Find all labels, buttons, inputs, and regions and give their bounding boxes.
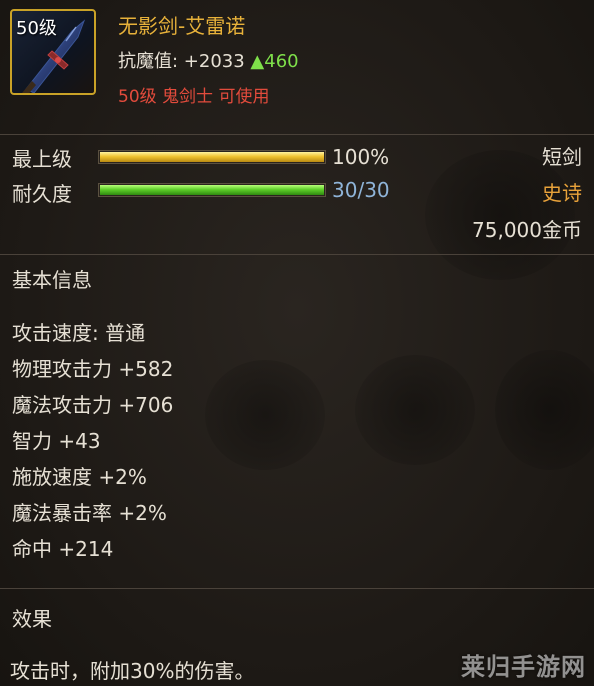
effect-title: 效果 — [12, 607, 52, 631]
stat-hit-rate: 命中 +214 — [12, 537, 114, 561]
stat-magic-attack: 魔法攻击力 +706 — [12, 393, 174, 417]
background-emblem — [495, 350, 594, 470]
item-type: 短剑 — [542, 145, 582, 169]
basic-info-title: 基本信息 — [12, 268, 92, 292]
item-rarity: 史诗 — [542, 181, 582, 205]
item-requirement: 50级 鬼剑士 可使用 — [118, 87, 270, 107]
grade-value: 100% — [332, 145, 390, 169]
effect-text: 攻击时，附加30%的伤害。 — [10, 659, 255, 683]
stat-intelligence: 智力 +43 — [12, 429, 101, 453]
resist-bonus: ▲460 — [250, 51, 299, 72]
background-emblem — [205, 360, 325, 470]
grade-bar-fill — [100, 152, 324, 162]
durability-bar-fill — [100, 185, 324, 195]
watermark-text: 莱归手游网 — [461, 653, 586, 681]
grade-bar — [98, 150, 326, 164]
divider — [0, 588, 594, 589]
background-emblem — [355, 355, 475, 465]
resist-label: 抗魔值: +2033 — [118, 51, 245, 72]
stat-physical-attack: 物理攻击力 +582 — [12, 357, 174, 381]
divider — [0, 134, 594, 135]
item-tooltip-panel: 50级 无影剑-艾雷诺 抗魔值: +2033 ▲460 50级 鬼剑士 可使用 … — [0, 0, 594, 686]
stat-attack-speed: 攻击速度: 普通 — [12, 321, 146, 345]
durability-value: 30/30 — [332, 178, 390, 202]
grade-label: 最上级 — [12, 147, 72, 171]
durability-bar — [98, 183, 326, 197]
item-level-badge: 50级 — [16, 18, 57, 39]
item-price: 75,000金币 — [472, 218, 582, 242]
item-icon-frame[interactable]: 50级 — [10, 9, 96, 95]
durability-label: 耐久度 — [12, 182, 72, 206]
divider — [0, 254, 594, 255]
stat-list: 攻击速度: 普通 物理攻击力 +582 魔法攻击力 +706 智力 +43 施放… — [12, 315, 173, 567]
stat-magic-crit: 魔法暴击率 +2% — [12, 501, 167, 525]
resist-stat: 抗魔值: +2033 ▲460 — [118, 47, 299, 73]
stat-cast-speed: 施放速度 +2% — [12, 465, 147, 489]
item-name: 无影剑-艾雷诺 — [118, 14, 246, 38]
